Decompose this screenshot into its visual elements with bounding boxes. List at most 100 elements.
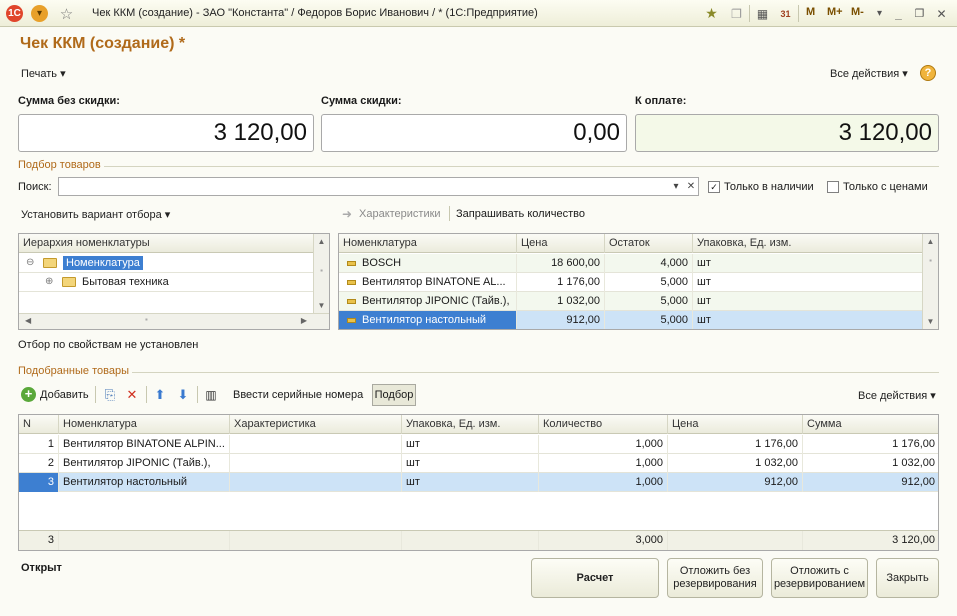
column-header-price[interactable]: Цена [517, 234, 605, 253]
column-header-quantity[interactable]: Количество [539, 415, 668, 434]
1c-logo-icon[interactable]: 1С [6, 5, 23, 22]
column-header-sum[interactable]: Сумма [803, 415, 938, 434]
collapse-icon[interactable]: ⊖ [26, 257, 34, 268]
close-icon[interactable]: ✕ [933, 5, 950, 22]
sum-without-discount-label: Сумма без скидки: [18, 95, 120, 107]
search-dropdown-icon[interactable]: ▾ [669, 178, 683, 195]
all-actions-menu[interactable]: Все действия ▾ [830, 67, 908, 80]
column-header-unit[interactable]: Упаковка, Ед. изм. [402, 415, 539, 434]
table-row[interactable]: 2 Вентилятор JIPONIC (Тайв.), шт 1,000 1… [19, 454, 938, 473]
column-header-unit[interactable]: Упаковка, Ед. изм. [693, 234, 924, 253]
chevron-down-icon[interactable]: ▾ [31, 5, 48, 22]
copy-row-icon[interactable]: ⎘ [102, 387, 118, 403]
enter-serial-numbers-button[interactable]: Ввести серийные номера [233, 389, 363, 401]
column-header-nomenclature[interactable]: Номенклатура [339, 234, 517, 253]
set-filter-variant-menu[interactable]: Установить вариант отбора ▾ [21, 208, 170, 221]
table-row[interactable]: Вентилятор BINATONE AL... 1 176,00 5,000… [339, 273, 924, 292]
dropdown-icon[interactable]: ▾ [871, 5, 888, 22]
cell-name: Вентилятор BINATONE ALPIN... [59, 435, 230, 454]
cell-n: 1 [19, 435, 59, 454]
cell-sum: 912,00 [803, 473, 938, 492]
search-label: Поиск: [18, 181, 52, 193]
memory-minus-button[interactable]: M- [851, 6, 864, 18]
cell-unit: шт [402, 435, 539, 454]
sum-without-discount-field: 3 120,00 [18, 114, 314, 152]
tree-item[interactable]: ⊕ Бытовая техника [19, 273, 315, 292]
table-row[interactable]: 1 Вентилятор BINATONE ALPIN... шт 1,000 … [19, 435, 938, 454]
search-input[interactable] [58, 177, 699, 196]
add-button[interactable]: Добавить [40, 389, 89, 401]
close-button[interactable]: Закрыть [876, 558, 939, 598]
add-icon[interactable]: + [21, 387, 36, 402]
hierarchy-tree[interactable]: Иерархия номенклатуры ⊖ Номенклатура ⊕ Б… [18, 233, 330, 330]
cell-unit: шт [402, 473, 539, 492]
restore-icon[interactable]: ❐ [911, 5, 928, 22]
only-with-prices-checkbox[interactable] [827, 181, 839, 193]
tree-item[interactable]: ⊖ Номенклатура [19, 254, 315, 273]
postpone-without-reserve-button[interactable]: Отложить без резервирования [667, 558, 763, 598]
hierarchy-column-header[interactable]: Иерархия номенклатуры [19, 234, 315, 253]
tree-node[interactable]: Номенклатура [43, 254, 147, 272]
footer-count: 3 [19, 531, 59, 550]
document-status: Открыт [21, 562, 62, 574]
barcode-icon[interactable]: ▥ [203, 387, 219, 403]
to-pay-label: К оплате: [635, 95, 687, 107]
move-up-icon[interactable]: ⬆ [152, 387, 168, 403]
vertical-scrollbar[interactable]: ▲ ▪ ▼ [313, 234, 329, 313]
cell-name: Вентилятор BINATONE AL... [339, 273, 517, 292]
window-title: Чек ККМ (создание) - ЗАО "Константа" / Ф… [92, 7, 538, 19]
pick-button[interactable]: Подбор [372, 384, 416, 406]
table-row-selected[interactable]: 3 Вентилятор настольный шт 1,000 912,00 … [19, 473, 938, 492]
minimize-icon[interactable]: _ [890, 5, 907, 22]
cell-n: 3 [19, 473, 59, 492]
delete-icon[interactable]: ✕ [124, 387, 140, 403]
goods-table[interactable]: Номенклатура Цена Остаток Упаковка, Ед. … [338, 233, 939, 330]
section-divider [132, 372, 939, 373]
vertical-scrollbar[interactable]: ▲ ▪ ▼ [922, 234, 938, 329]
help-icon[interactable]: ? [920, 65, 936, 81]
cell-stock: 5,000 [605, 311, 693, 329]
cell-name: BOSCH [339, 254, 517, 273]
only-in-stock-checkbox[interactable]: ✓ [708, 181, 720, 193]
column-header-characteristic[interactable]: Характеристика [230, 415, 402, 434]
cell-quantity: 1,000 [539, 454, 668, 473]
separator [146, 386, 147, 403]
characteristics-button[interactable]: Характеристики [359, 208, 441, 220]
copy-icon[interactable]: ❐ [728, 5, 745, 22]
memory-plus-button[interactable]: M+ [827, 6, 843, 18]
print-menu[interactable]: Печать ▾ [21, 67, 66, 80]
table-row[interactable]: Вентилятор JIPONIC (Тайв.), 1 032,00 5,0… [339, 292, 924, 311]
calendar-icon[interactable]: 31 [777, 5, 794, 22]
cell-price: 1 032,00 [668, 454, 803, 473]
expand-icon[interactable]: ⊕ [45, 276, 53, 287]
table-row-selected[interactable]: Вентилятор настольный 912,00 5,000 шт [339, 311, 924, 329]
favorite-star-icon[interactable]: ★ [703, 5, 720, 22]
column-header-price[interactable]: Цена [668, 415, 803, 434]
only-with-prices-label: Только с ценами [843, 181, 928, 193]
cell-stock: 5,000 [605, 273, 693, 292]
postpone-with-reserve-button[interactable]: Отложить с резервированием [771, 558, 868, 598]
move-down-icon[interactable]: ⬇ [175, 387, 191, 403]
payment-button[interactable]: Расчет [531, 558, 659, 598]
picked-all-actions-menu[interactable]: Все действия ▾ [858, 389, 936, 402]
item-icon [347, 317, 356, 323]
cell-stock: 4,000 [605, 254, 693, 273]
column-header-n[interactable]: N [19, 415, 59, 434]
search-clear-icon[interactable]: ✕ [684, 178, 698, 195]
cell-characteristic [230, 473, 402, 492]
picked-table[interactable]: N Номенклатура Характеристика Упаковка, … [18, 414, 939, 551]
calculator-icon[interactable]: ▦ [754, 5, 771, 22]
ask-quantity-button[interactable]: Запрашивать количество [456, 208, 585, 220]
separator [798, 5, 799, 22]
horizontal-scrollbar[interactable]: ◀ ▪ ▶ [19, 313, 329, 329]
memory-button[interactable]: M [806, 6, 815, 18]
tree-node[interactable]: Бытовая техника [62, 273, 169, 291]
section-divider [104, 166, 939, 167]
column-header-nomenclature[interactable]: Номенклатура [59, 415, 230, 434]
column-header-stock[interactable]: Остаток [605, 234, 693, 253]
page-title: Чек ККМ (создание) * [20, 35, 186, 52]
cell-characteristic [230, 435, 402, 454]
table-row[interactable]: BOSCH 18 600,00 4,000 шт [339, 254, 924, 273]
folder-icon [62, 277, 76, 288]
star-icon[interactable]: ☆ [58, 5, 75, 23]
